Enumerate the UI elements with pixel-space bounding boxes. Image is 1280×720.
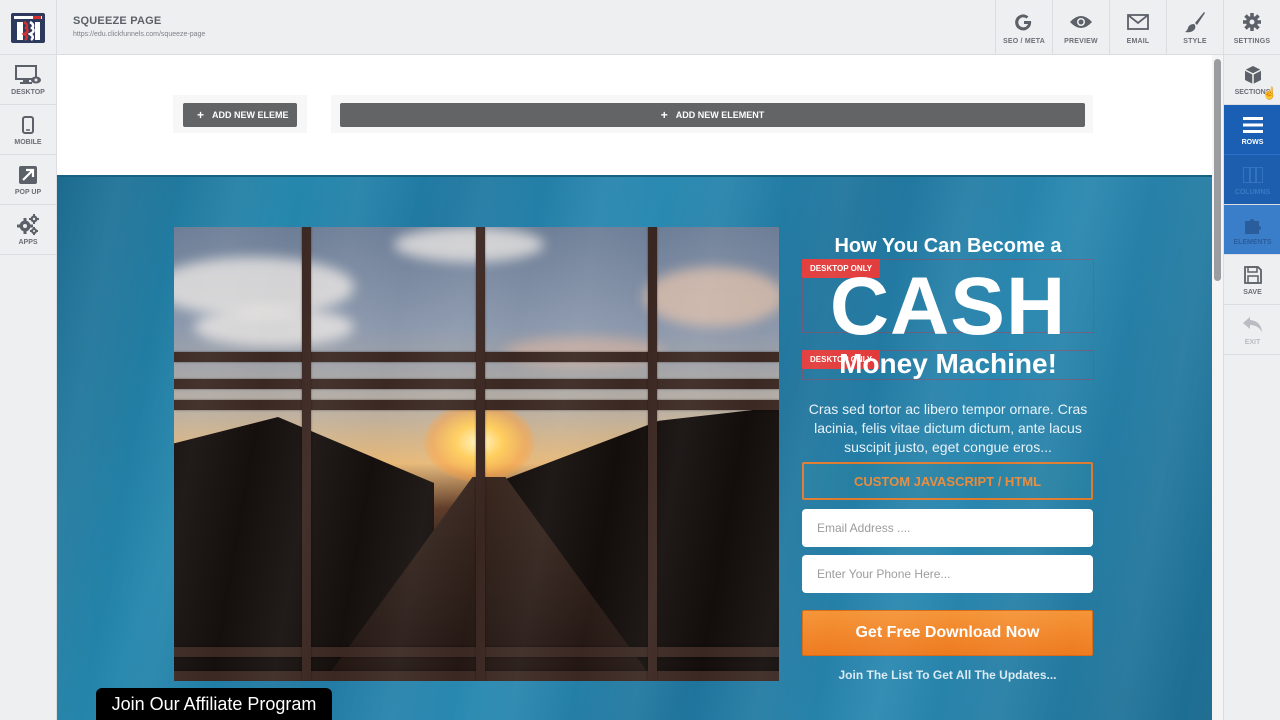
hero-image[interactable] [174, 227, 779, 681]
popup-arrow-icon [19, 164, 37, 186]
clickfunnels-logo[interactable] [0, 0, 57, 55]
hand-cursor-icon: ☝ [1262, 86, 1277, 100]
phone-field[interactable] [802, 555, 1093, 593]
sidebar-item-save[interactable]: SAVE [1224, 255, 1280, 305]
headline-bottom[interactable]: Money Machine! [802, 348, 1094, 380]
gears-icon [16, 213, 40, 236]
desktop-icon [15, 64, 41, 86]
body-text[interactable]: Cras sed tortor ac libero tempor ornare.… [802, 400, 1094, 457]
gear-icon [1242, 11, 1262, 33]
affiliate-program-link[interactable]: Join Our Affiliate Program [96, 688, 332, 720]
sub-cta-text[interactable]: Join The List To Get All The Updates... [802, 668, 1093, 682]
plus-icon: + [660, 108, 668, 122]
logo-icon [11, 12, 45, 43]
google-icon [1014, 11, 1034, 33]
puzzle-icon [1243, 214, 1263, 236]
elements-label: ELEMENTS [1233, 238, 1272, 246]
style-button[interactable]: STYLE [1166, 0, 1223, 55]
plus-icon: + [197, 108, 205, 122]
sidebar-item-apps[interactable]: APPS [0, 205, 56, 255]
columns-label: COLUMNS [1234, 188, 1271, 196]
undo-icon [1242, 314, 1264, 336]
column-small[interactable]: + ADD NEW ELEME [173, 95, 307, 133]
envelope-icon [1127, 11, 1149, 33]
email-field[interactable] [802, 509, 1093, 547]
page-title: SQUEEZE PAGE [73, 15, 162, 27]
sidebar-item-exit[interactable]: EXIT [1224, 305, 1280, 355]
cube-icon [1243, 64, 1263, 86]
top-actions: SEO / META PREVIEW EMAIL STYLE SETTINGS [995, 0, 1280, 55]
seo-meta-label: SEO / META [1003, 37, 1045, 45]
right-sidebar: SECTIONS ☝ ROWS COLUMNS ELEMENTS SAVE EX… [1223, 55, 1280, 720]
preview-button[interactable]: PREVIEW [1052, 0, 1109, 55]
page-url[interactable]: https://edu.clickfunnels.com/squeeze-pag… [73, 31, 205, 38]
sidebar-item-popup[interactable]: POP UP [0, 155, 56, 205]
floppy-icon [1243, 264, 1262, 286]
settings-button[interactable]: SETTINGS [1223, 0, 1280, 55]
mobile-icon [22, 114, 34, 136]
rows-label: ROWS [1241, 138, 1264, 146]
add-element-label-large: ADD NEW ELEMENT [675, 110, 765, 120]
desktop-label: DESKTOP [11, 88, 45, 96]
eye-icon [1069, 11, 1093, 33]
hero-section[interactable]: How You Can Become a DESKTOP ONLY CASH D… [57, 175, 1212, 720]
page-editor-canvas: + ADD NEW ELEME + ADD NEW ELEMENT How Yo… [57, 55, 1212, 720]
headline-top[interactable]: How You Can Become a [802, 235, 1094, 258]
email-label: EMAIL [1126, 37, 1150, 45]
settings-label: SETTINGS [1233, 37, 1271, 45]
add-new-element-button-small[interactable]: + ADD NEW ELEME [183, 103, 297, 127]
sidebar-item-desktop[interactable]: DESKTOP [0, 55, 56, 105]
apps-label: APPS [18, 238, 38, 246]
seo-meta-button[interactable]: SEO / META [995, 0, 1052, 55]
save-label: SAVE [1243, 288, 1262, 296]
sidebar-item-columns[interactable]: COLUMNS [1224, 155, 1280, 205]
custom-javascript-html-element[interactable]: CUSTOM JAVASCRIPT / HTML [802, 462, 1093, 500]
popup-label: POP UP [14, 188, 42, 196]
exit-label: EXIT [1244, 338, 1261, 346]
get-free-download-button[interactable]: Get Free Download Now [802, 610, 1093, 656]
mobile-label: MOBILE [14, 138, 42, 146]
sidebar-item-mobile[interactable]: MOBILE [0, 105, 56, 155]
column-large[interactable]: + ADD NEW ELEMENT [331, 95, 1093, 133]
paintbrush-icon [1184, 11, 1206, 33]
scrollbar-thumb[interactable] [1214, 59, 1221, 281]
left-sidebar: DESKTOP MOBILE POP UP APPS [0, 55, 57, 720]
sidebar-item-elements[interactable]: ELEMENTS [1224, 205, 1280, 255]
white-section[interactable]: + ADD NEW ELEME + ADD NEW ELEMENT [57, 55, 1212, 175]
sidebar-item-sections[interactable]: SECTIONS ☝ [1224, 55, 1280, 105]
sidebar-item-rows[interactable]: ROWS [1224, 105, 1280, 155]
top-toolbar: SQUEEZE PAGE https://edu.clickfunnels.co… [0, 0, 1280, 55]
rows-icon [1242, 114, 1263, 136]
add-element-label-small: ADD NEW ELEME [212, 110, 289, 120]
style-label: STYLE [1183, 37, 1207, 45]
columns-icon [1242, 164, 1263, 186]
email-button[interactable]: EMAIL [1109, 0, 1166, 55]
canvas-scrollbar[interactable] [1212, 55, 1223, 720]
headline-main[interactable]: CASH [802, 265, 1094, 349]
add-new-element-button-large[interactable]: + ADD NEW ELEMENT [340, 103, 1085, 127]
page-title-area: SQUEEZE PAGE https://edu.clickfunnels.co… [73, 15, 205, 38]
preview-label: PREVIEW [1064, 37, 1098, 45]
